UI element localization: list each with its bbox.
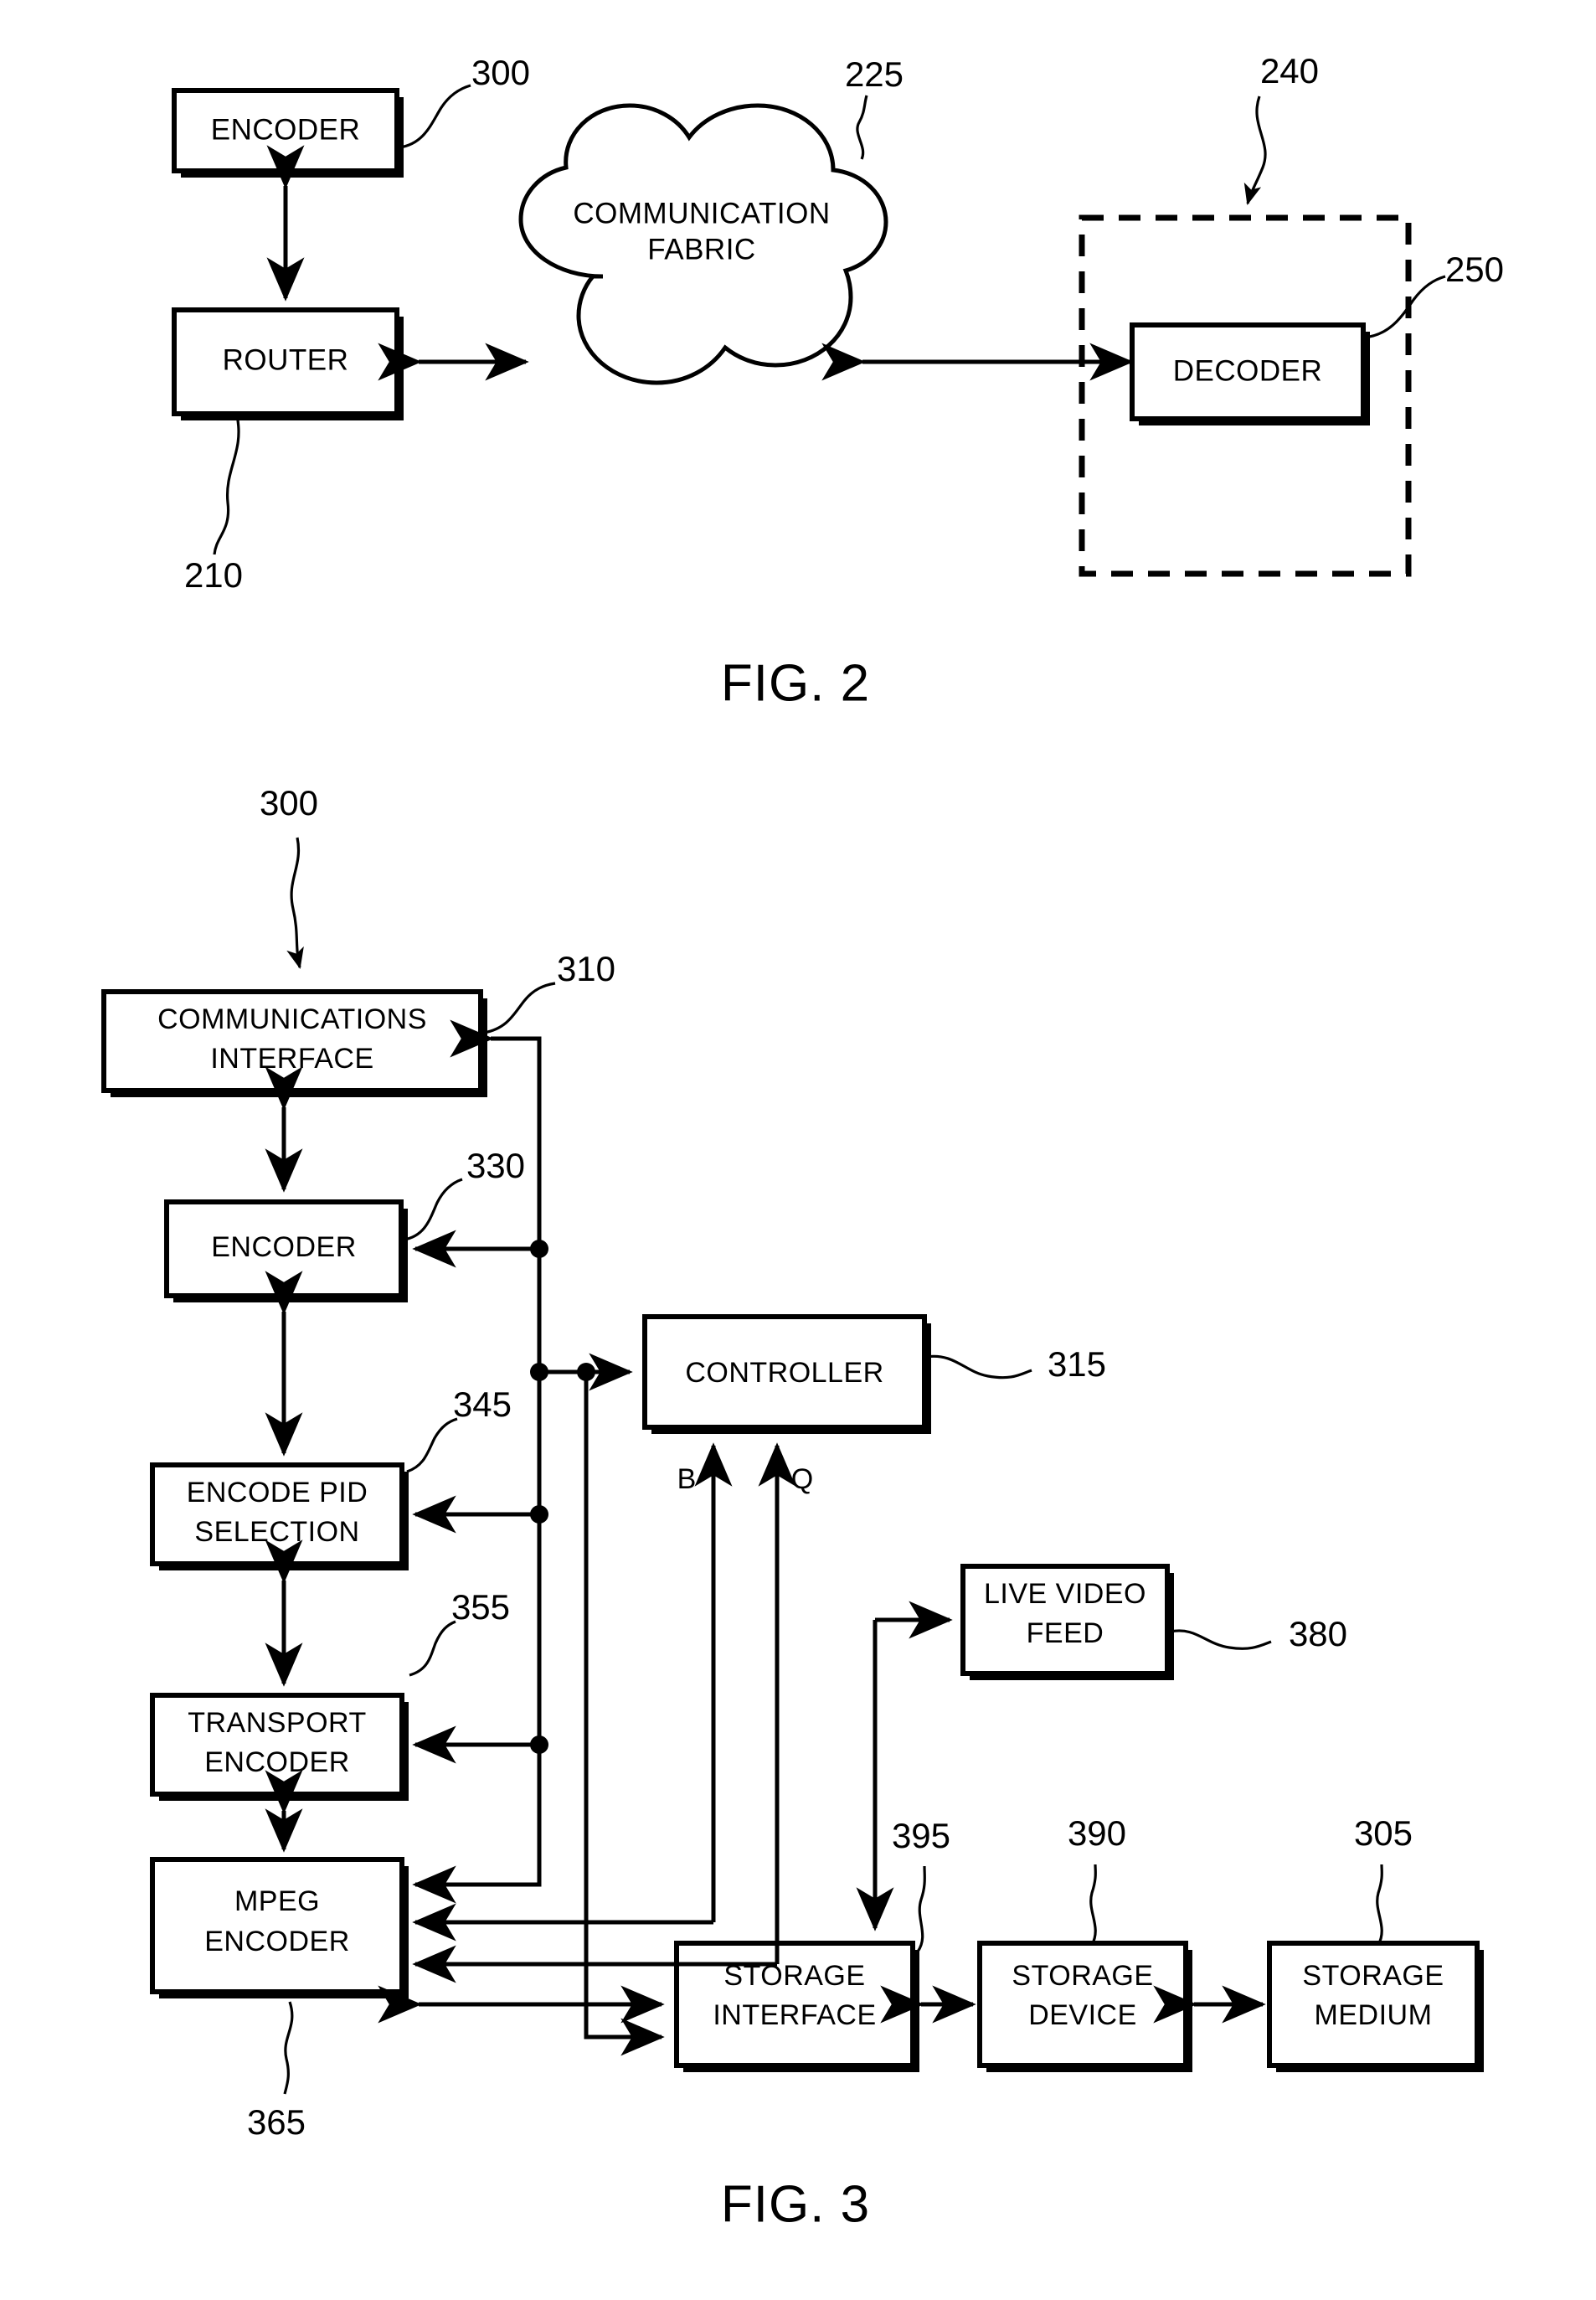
fig3-encode-pid-selection-block: ENCODE PID SELECTION [150, 1462, 409, 1570]
fig3-ref-390: 390 [1068, 1813, 1126, 1853]
fig3-ref-380: 380 [1289, 1614, 1347, 1653]
fig3-encoder-label: ENCODER [211, 1231, 357, 1263]
fig3-ref-315-leader [925, 1354, 1032, 1379]
fig3-ref-395: 395 [892, 1816, 950, 1855]
junction-dot [530, 1240, 548, 1258]
fig3-ref-365: 365 [247, 2102, 306, 2142]
fig3-controller-block: CONTROLLER [642, 1314, 931, 1434]
fig2-encoder-label: ENCODER [211, 113, 361, 146]
fig3-ref-300-leader [286, 837, 304, 970]
fig2-ref-300-leader [399, 84, 471, 149]
fig2-cloud-label-line2: FABRIC [647, 233, 755, 266]
fig2-caption: FIG. 2 [721, 654, 870, 712]
fig3-ref-310-leader [483, 982, 556, 1034]
junction-dot [530, 1363, 548, 1381]
fig3-ref-315: 315 [1048, 1344, 1106, 1384]
fig2-ref-210: 210 [184, 555, 243, 595]
fig3-ref-365-leader [283, 2001, 294, 2095]
fig3-storage-device-block: STORAGE DEVICE [977, 1941, 1192, 2072]
fig3-transport-encoder-label-line1: TRANSPORT [188, 1707, 367, 1739]
fig3-ref-355: 355 [451, 1587, 510, 1627]
fig3-comm-interface-label-line1: COMMUNICATIONS [157, 1003, 427, 1035]
fig3-transport-encoder-block: TRANSPORT ENCODER [150, 1693, 409, 1801]
fig3-live-video-label-line1: LIVE VIDEO [984, 1578, 1146, 1610]
patent-drawing-sheet: COMMUNICATION FABRIC 300 225 240 250 210… [0, 0, 1596, 2300]
figure-3: 300 COMMUNICATIONS INTERFACE 310 ENCODER… [101, 783, 1484, 2233]
fig3-storage-medium-label-line1: STORAGE [1302, 1960, 1444, 1992]
fig2-cloud-label-line1: COMMUNICATION [573, 197, 830, 229]
fig3-signal-b-line: B [412, 1442, 733, 1942]
junction-dot [530, 1505, 548, 1524]
fig2-ref-225: 225 [845, 54, 904, 94]
fig3-storage-device-label-line1: STORAGE [1012, 1960, 1153, 1992]
fig2-router-label: ROUTER [223, 343, 349, 376]
fig3-storage-interface-label-line2: INTERFACE [713, 1999, 876, 2031]
fig3-ref-300: 300 [260, 783, 318, 823]
fig3-ref-310: 310 [557, 949, 615, 988]
fig2-ref-210-leader [213, 415, 240, 555]
fig2-ref-240-leader [1243, 95, 1267, 206]
figure-2: COMMUNICATION FABRIC 300 225 240 250 210… [172, 51, 1504, 712]
fig3-live-video-feed-block: LIVE VIDEO FEED [960, 1564, 1174, 1680]
junction-dot [577, 1363, 595, 1381]
fig3-live-video-label-line2: FEED [1027, 1617, 1104, 1649]
junction-dot [530, 1735, 548, 1754]
fig3-ref-380-leader [1170, 1629, 1272, 1650]
fig3-ref-330: 330 [466, 1146, 525, 1185]
fig3-ref-305: 305 [1354, 1813, 1413, 1853]
fig3-storage-device-label-line2: DEVICE [1028, 1999, 1137, 2031]
fig3-mpeg-encoder-block: MPEG ENCODER [150, 1857, 409, 1998]
fig3-encode-pid-label-line2: SELECTION [194, 1516, 359, 1548]
fig2-ref-250: 250 [1445, 250, 1504, 289]
fig3-ref-345-leader [406, 1417, 458, 1473]
fig3-transport-encoder-label-line2: ENCODER [204, 1746, 350, 1778]
fig3-storage-live-video-link [856, 1601, 953, 1931]
fig2-ref-225-leader [856, 95, 868, 160]
fig3-storage-medium-block: STORAGE MEDIUM [1267, 1941, 1484, 2072]
fig3-mpeg-encoder-label-line2: ENCODER [204, 1926, 350, 1957]
fig3-ref-355-leader [409, 1620, 456, 1677]
fig3-ref-330-leader [403, 1178, 463, 1241]
fig3-ref-345: 345 [453, 1385, 512, 1424]
fig3-signal-q-label: Q [791, 1463, 813, 1495]
fig3-encode-pid-label-line1: ENCODE PID [187, 1477, 368, 1508]
fig3-ref-305-leader [1376, 1864, 1383, 1946]
fig3-controller-label: CONTROLLER [685, 1357, 883, 1389]
fig3-controller-storage-bus [577, 1363, 665, 2056]
fig2-ref-240: 240 [1260, 51, 1319, 90]
fig3-caption: FIG. 3 [721, 2175, 870, 2233]
drawing-canvas: COMMUNICATION FABRIC 300 225 240 250 210… [101, 51, 1504, 2233]
fig2-decoder-label: DECODER [1173, 354, 1323, 387]
fig3-mpeg-encoder-label-line1: MPEG [234, 1885, 320, 1917]
fig3-encoder-block: ENCODER [164, 1199, 408, 1302]
fig2-ref-250-leader [1363, 275, 1446, 339]
fig3-comm-interface-label-line2: INTERFACE [210, 1043, 373, 1075]
fig3-ref-390-leader [1089, 1864, 1097, 1946]
fig3-communications-interface-block: COMMUNICATIONS INTERFACE [101, 989, 487, 1097]
fig3-ref-395-leader [916, 1865, 926, 1952]
fig2-ref-300: 300 [471, 53, 530, 92]
fig2-communication-fabric-cloud: COMMUNICATION FABRIC [518, 103, 888, 385]
fig3-storage-medium-label-line2: MEDIUM [1315, 1999, 1433, 2031]
fig3-signal-b-label: B [677, 1463, 697, 1495]
